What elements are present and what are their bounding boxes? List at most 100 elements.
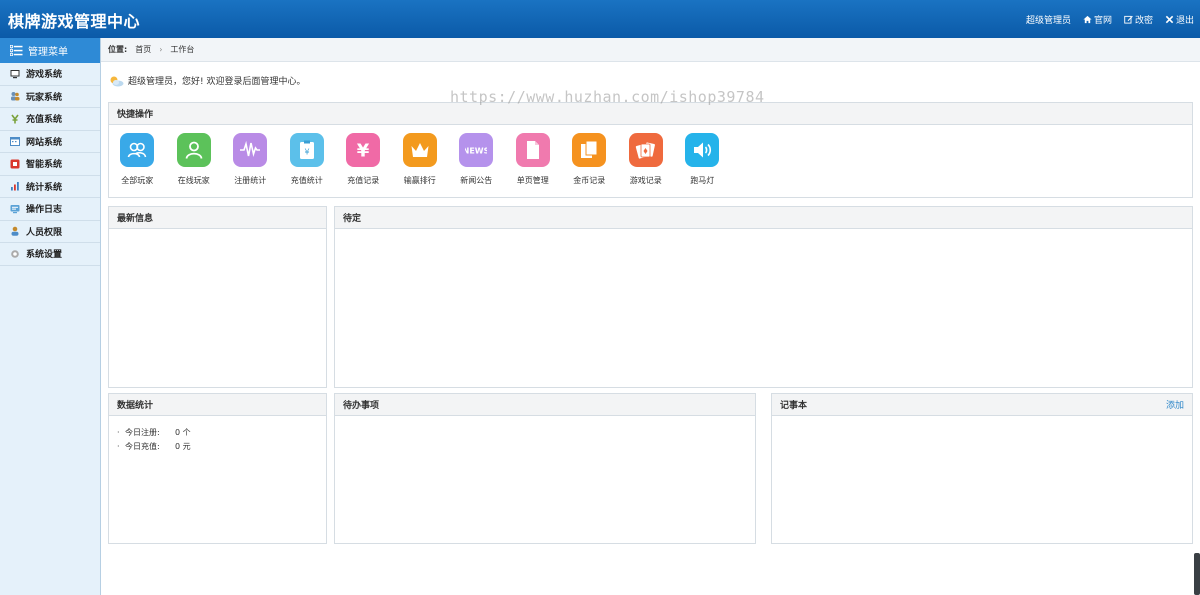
quick-action-label: 全部玩家 (121, 176, 154, 185)
bullet-icon: · (117, 442, 120, 451)
quick-action-online-players[interactable]: 在线玩家 (166, 133, 223, 186)
quick-action-news[interactable]: NEWS 新闻公告 (448, 133, 505, 186)
breadcrumb-current: 工作台 (170, 45, 195, 54)
gear-icon (10, 249, 20, 259)
add-note-link[interactable]: 添加 (1166, 398, 1184, 411)
list-item: · 今日充值: 0 元 (117, 440, 318, 454)
panel-title: 待定 (343, 214, 362, 224)
calendar-icon (10, 136, 20, 147)
scrollbar-thumb[interactable] (1194, 553, 1200, 595)
quick-actions-panel: 快捷操作 全部玩家 在线玩家 注册统计 ¥ 充值统计 ¥ 充值记录 输赢排行 NEWS 新闻公告 单… (108, 102, 1193, 198)
quick-action-label: 新闻公告 (460, 176, 493, 185)
stat-value: 0 元 (175, 442, 191, 451)
welcome-message: 超级管理员，您好! 欢迎登录后面管理中心。 (109, 74, 305, 87)
sidebar-item-label: 统计系统 (26, 182, 63, 193)
sidebar-item-website[interactable]: 网站系统 (0, 131, 100, 153)
svg-text:¥: ¥ (357, 141, 370, 162)
panel-header: 待定 (335, 207, 1192, 229)
quick-action-label: 注册统计 (234, 176, 267, 185)
stat-label: 今日充值: (125, 442, 160, 451)
sidebar-item-label: 操作日志 (26, 205, 63, 216)
sidebar-item-label: 人员权限 (26, 227, 63, 238)
log-icon (10, 204, 20, 214)
panel-title: 数据统计 (117, 401, 154, 411)
quick-action-label: 在线玩家 (177, 176, 210, 185)
monitor-icon (10, 69, 20, 79)
breadcrumb-home[interactable]: 首页 (135, 44, 151, 55)
pending-panel: 待定 (334, 206, 1193, 388)
notepad-panel: 记事本 添加 (771, 393, 1193, 544)
panel-header: 待办事项 (335, 394, 755, 416)
list-item: · 今日注册: 0 个 (117, 426, 318, 440)
current-user: 超级管理员 (1025, 16, 1071, 26)
users-icon (10, 91, 20, 101)
quick-action-recharge-stats[interactable]: ¥ 充值统计 (279, 133, 336, 186)
latest-info-panel: 最新信息 (108, 206, 327, 388)
quick-action-game-records[interactable]: 游戏记录 (618, 133, 675, 186)
quick-action-label: 金币记录 (573, 176, 606, 185)
quick-action-gold-records[interactable]: 金币记录 (561, 133, 618, 186)
sidebar-item-label: 网站系统 (26, 137, 63, 148)
svg-text:¥: ¥ (304, 148, 309, 157)
app-title: 棋牌游戏管理中心 (8, 12, 141, 31)
quick-action-label: 充值记录 (347, 176, 380, 185)
users-icon (120, 133, 155, 167)
quick-action-recharge-records[interactable]: ¥ 充值记录 (335, 133, 392, 186)
clipboard-icon: ¥ (289, 133, 324, 167)
panel-header: 快捷操作 (109, 103, 1192, 125)
panel-title: 记事本 (780, 401, 808, 411)
chip-icon (10, 159, 20, 169)
sidebar-item-label: 智能系统 (26, 160, 63, 171)
quick-action-label: 单页管理 (516, 176, 549, 185)
cards-icon (628, 133, 663, 167)
panel-header: 最新信息 (109, 207, 326, 229)
crown-icon (402, 133, 437, 167)
sidebar-item-game[interactable]: 游戏系统 (0, 63, 100, 86)
quick-action-all-players[interactable]: 全部玩家 (109, 133, 166, 186)
stats-list: · 今日注册: 0 个 · 今日充值: 0 元 (109, 416, 326, 464)
quick-action-win-loss-ranking[interactable]: 输赢排行 (392, 133, 449, 186)
panel-header: 记事本 添加 (772, 394, 1192, 416)
quick-action-register-stats[interactable]: 注册统计 (222, 133, 279, 186)
quick-action-label: 游戏记录 (629, 176, 662, 185)
change-password-link[interactable]: 改密 (1124, 13, 1153, 26)
weather-icon (110, 76, 124, 86)
money-icon (10, 114, 20, 124)
quick-action-marquee[interactable]: 跑马灯 (674, 133, 731, 186)
sidebar-item-settings[interactable]: 系统设置 (0, 243, 100, 266)
person-icon (10, 226, 20, 237)
panel-header: 数据统计 (109, 394, 326, 416)
sidebar-item-stats[interactable]: 统计系统 (0, 176, 100, 198)
logout-label: 退出 (1175, 16, 1194, 26)
breadcrumb: 位置: 首页 › 工作台 (101, 38, 1200, 62)
header-actions: 超级管理员 官网 改密 退出 (1026, 13, 1194, 26)
speaker-icon (685, 133, 720, 167)
watermark-text: https://www.huzhan.com/ishop39784 (450, 88, 765, 106)
sidebar-item-logs[interactable]: 操作日志 (0, 198, 100, 221)
svg-text:NEWS: NEWS (465, 147, 487, 156)
sidebar-item-label: 游戏系统 (26, 70, 63, 81)
page-icon (515, 133, 550, 167)
close-icon (1165, 15, 1174, 24)
sidebar-item-player[interactable]: 玩家系统 (0, 86, 100, 108)
copy-icon (572, 133, 607, 167)
sidebar-item-permissions[interactable]: 人员权限 (0, 221, 100, 243)
quick-action-label: 输赢排行 (403, 176, 436, 185)
breadcrumb-position-label: 位置: (108, 45, 128, 54)
user-icon (176, 133, 211, 167)
sidebar-item-smart[interactable]: 智能系统 (0, 153, 100, 176)
quick-action-label: 充值统计 (290, 176, 323, 185)
edit-icon (1124, 15, 1133, 24)
site-link[interactable]: 官网 (1083, 13, 1112, 26)
panel-title: 最新信息 (117, 214, 154, 224)
sidebar-item-label: 玩家系统 (26, 92, 63, 103)
panel-title: 快捷操作 (117, 110, 154, 120)
logout-link[interactable]: 退出 (1165, 13, 1194, 26)
bar-chart-icon (10, 181, 20, 191)
stat-value: 0 个 (175, 428, 191, 437)
sidebar-title: 管理菜单 (28, 47, 68, 58)
sidebar-item-recharge[interactable]: 充值系统 (0, 108, 100, 131)
quick-action-single-page[interactable]: 单页管理 (505, 133, 562, 186)
site-link-label: 官网 (1093, 16, 1112, 26)
welcome-text: 超级管理员，您好! 欢迎登录后面管理中心。 (128, 77, 306, 87)
